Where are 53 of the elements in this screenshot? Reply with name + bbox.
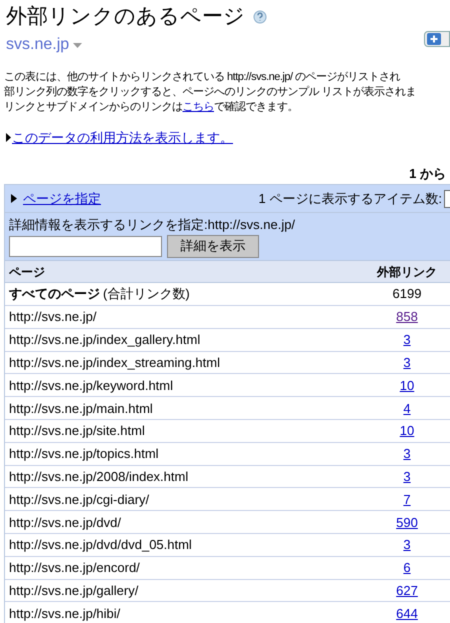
detail-label: 詳細情報を表示するリンクを指定:http://svs.ne.jp/	[9, 216, 296, 234]
triangle-icon	[6, 133, 11, 142]
detail-input[interactable]	[9, 236, 162, 256]
page-url-cell-text: http://svs.ne.jp/gallery/	[8, 582, 140, 598]
link-count[interactable]: 590	[396, 514, 418, 530]
column-header: 外部リンク	[376, 264, 438, 280]
description-line: この表には、他のサイトからリンクされている http://svs.ne.jp/ のページがリストされ	[4, 70, 402, 85]
usage-link[interactable]: このデータの利用方法を表示します。	[12, 128, 233, 148]
triangle-icon	[11, 194, 17, 203]
page-url-cell-text: http://svs.ne.jp/index_streaming.html	[8, 354, 221, 370]
show-detail-button[interactable]: 詳細を表示	[167, 234, 259, 258]
page-url-cell-text: http://svs.ne.jp/site.html	[8, 423, 146, 438]
page-url-cell-text: http://svs.ne.jp/encord/	[8, 560, 141, 576]
total-label: すべてのページ	[9, 285, 100, 304]
link-count[interactable]: 10	[400, 378, 414, 393]
link-count[interactable]: 858	[396, 309, 418, 324]
link-count[interactable]: 3	[403, 537, 411, 552]
site-selector[interactable]: svs.ne.jp	[6, 33, 70, 57]
caret-icon[interactable]	[73, 42, 82, 48]
help-icon[interactable]	[253, 10, 267, 24]
total-note: (合計リンク数)	[103, 285, 190, 304]
link-count[interactable]: 3	[403, 446, 411, 462]
add-button[interactable]	[424, 31, 450, 47]
page-url-cell-text: http://svs.ne.jp/2008/index.html	[8, 468, 190, 484]
link-count[interactable]: 4	[403, 400, 411, 416]
link-count[interactable]: 627	[396, 582, 418, 598]
items-per-page-label: 1 ページに表示するアイテム数:	[258, 190, 442, 208]
page-url-cell-text: http://svs.ne.jp/keyword.html	[8, 378, 174, 393]
page-title: 外部リンクのあるページ	[6, 4, 245, 30]
page-url-cell-text: http://svs.ne.jp/index_gallery.html	[8, 332, 202, 348]
page-url-cell-text: http://svs.ne.jp/main.html	[8, 400, 154, 416]
link-count[interactable]: 3	[403, 354, 411, 370]
page-url-cell-text: http://svs.ne.jp/cgi-diary/	[8, 492, 150, 507]
page-url-cell-text: http://svs.ne.jp/	[8, 309, 98, 324]
description-line: 部リンク列の数字をクリックすると、ページへのリンクのサンプル リストが表示されま	[4, 85, 418, 100]
range-label: 1 から	[409, 166, 446, 181]
total-count: 6199	[392, 285, 422, 304]
link-count[interactable]: 3	[403, 468, 411, 484]
page-url-cell-text: http://svs.ne.jp/dvd/dvd_05.html	[8, 537, 193, 552]
link-count[interactable]: 644	[396, 606, 418, 621]
page-url-cell-text: http://svs.ne.jp/hibi/	[8, 606, 122, 621]
link-count[interactable]: 3	[403, 332, 411, 348]
link-count[interactable]: 10	[400, 423, 414, 438]
page-url-cell-text: http://svs.ne.jp/dvd/	[8, 514, 122, 530]
column-header: ページ	[8, 264, 46, 280]
link-count[interactable]: 6	[403, 560, 411, 576]
here-link[interactable]: こちら	[182, 100, 214, 115]
description-line: で確認できます。	[214, 100, 298, 115]
items-per-page-select[interactable]	[444, 190, 450, 208]
description-line: リンクとサブドメインからのリンクは	[4, 100, 182, 115]
page-url-cell-text: http://svs.ne.jp/topics.html	[8, 446, 160, 462]
page-link[interactable]: ページを指定	[23, 188, 101, 208]
link-count[interactable]: 7	[403, 492, 411, 507]
